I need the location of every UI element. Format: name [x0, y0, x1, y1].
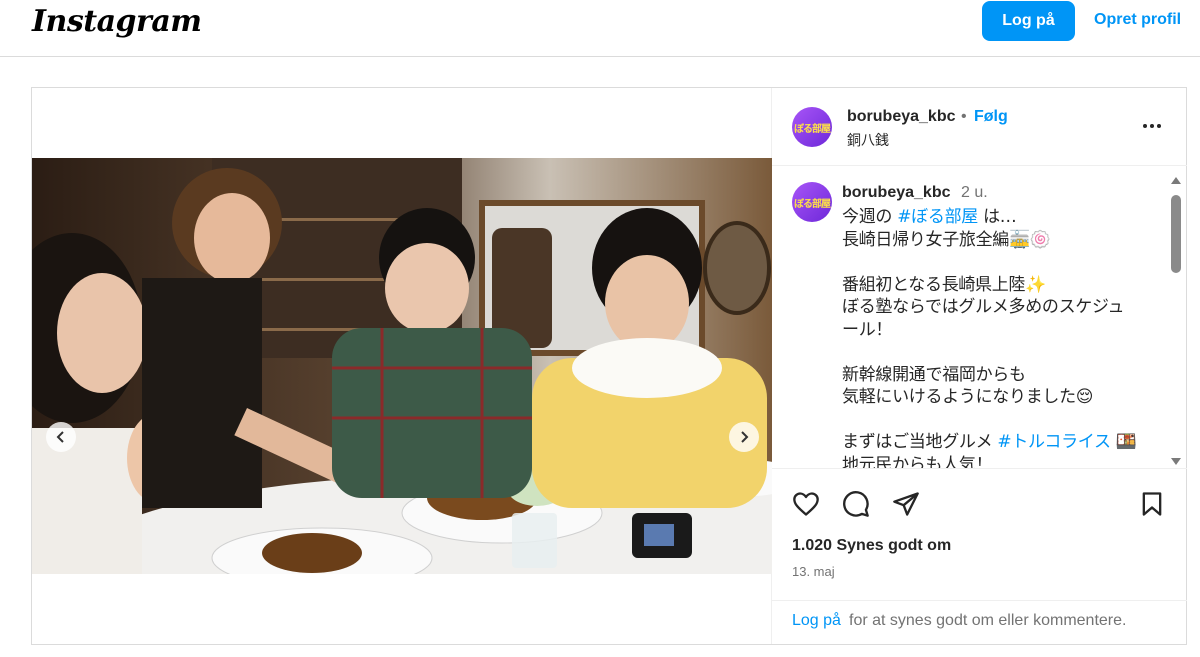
restaurant-scene-image	[32, 158, 772, 574]
chevron-left-icon	[56, 431, 64, 443]
caption-scrollbar[interactable]	[1170, 175, 1182, 467]
post-actions	[772, 480, 1187, 520]
caption-line-text: 🍱	[1110, 432, 1137, 452]
hashtag-link[interactable]: #トルコライス	[997, 432, 1111, 452]
caption-line-text: 長崎日帰り女子旅全編🚋🍥	[842, 229, 1051, 250]
caption-line: ール！	[842, 319, 1152, 342]
caption-avatar[interactable]: ぼる部屋	[792, 182, 832, 222]
caption-line: 新幹線開通で福岡からも	[842, 364, 1152, 387]
post-header: ぼる部屋 borubeya_kbc • Følg 銅八銭	[772, 88, 1187, 166]
likes-count[interactable]: 1.020 Synes godt om	[792, 537, 951, 555]
caption-line	[842, 251, 1152, 274]
post-card: ぼる部屋 borubeya_kbc • Følg 銅八銭 ぼる部屋 borube…	[31, 87, 1187, 645]
caption-line-text: 地元民からも人気！	[842, 454, 993, 469]
caption-timestamp[interactable]: 2 u.	[961, 184, 988, 202]
caption-line: 長崎日帰り女子旅全編🚋🍥	[842, 229, 1152, 252]
next-image-button[interactable]	[729, 422, 759, 452]
top-navigation-bar: Instagram Log på Opret profil	[0, 0, 1200, 57]
avatar-text: ぼる部屋	[794, 198, 831, 210]
divider	[772, 600, 1187, 601]
post-side-panel: ぼる部屋 borubeya_kbc • Følg 銅八銭 ぼる部屋 borube…	[772, 88, 1187, 644]
footer-prompt-text: for at synes godt om eller kommentere.	[849, 612, 1127, 629]
instagram-logo[interactable]: Instagram	[32, 4, 202, 39]
login-button[interactable]: Log på	[982, 1, 1075, 41]
previous-image-button[interactable]	[46, 422, 76, 452]
hashtag-link[interactable]: #ぼる部屋	[897, 207, 978, 227]
scrollbar-thumb[interactable]	[1171, 195, 1181, 273]
avatar[interactable]: ぼる部屋	[792, 107, 832, 147]
caption-line-text: 今週の	[842, 207, 898, 227]
caption-line: 気軽にいけるようになりました😌	[842, 386, 1152, 409]
avatar-text: ぼる部屋	[794, 123, 831, 135]
caption-line	[842, 341, 1152, 364]
caption-line-text: 新幹線開通で福岡からも	[842, 364, 1026, 385]
caption-line-text: 番組初となる長崎県上陸✨	[842, 274, 1047, 295]
caption-line: まずはご当地グルメ #トルコライス 🍱	[842, 431, 1152, 454]
caption-line: 番組初となる長崎県上陸✨	[842, 274, 1152, 297]
scroll-down-arrow-icon[interactable]	[1171, 458, 1181, 465]
follow-button[interactable]: Følg	[974, 108, 1008, 126]
post-media-area	[32, 88, 772, 644]
scroll-up-arrow-icon[interactable]	[1171, 177, 1181, 184]
caption-line: ぼる塾ならではグルメ多めのスケジュ	[842, 296, 1152, 319]
caption-section[interactable]: ぼる部屋 borubeya_kbc 2 u. 今週の #ぼる部屋 は… 長崎日帰り…	[772, 167, 1187, 469]
post-location[interactable]: 銅八銭	[847, 130, 889, 150]
caption-line: 今週の #ぼる部屋 は…	[842, 206, 1152, 229]
post-username[interactable]: borubeya_kbc	[847, 108, 955, 126]
caption-username[interactable]: borubeya_kbc	[842, 184, 950, 202]
bookmark-icon[interactable]	[1138, 490, 1166, 518]
caption-line-text: は…	[977, 207, 1017, 227]
caption-line: 地元民からも人気！	[842, 454, 1152, 469]
signup-link[interactable]: Opret profil	[1094, 11, 1181, 29]
caption-line	[842, 409, 1152, 432]
post-photo[interactable]	[32, 158, 772, 574]
heart-icon[interactable]	[792, 490, 820, 518]
footer-login-link[interactable]: Log på	[792, 612, 841, 630]
chevron-right-icon	[741, 431, 749, 443]
caption-line-text: ぼる塾ならではグルメ多めのスケジュ	[842, 297, 1125, 317]
caption-line-text: 気軽にいけるようになりました😌	[842, 387, 1094, 407]
post-date[interactable]: 13. maj	[792, 564, 835, 579]
caption-line-text: ール！	[842, 319, 893, 340]
comment-icon[interactable]	[842, 490, 870, 518]
more-options-icon[interactable]	[1140, 114, 1164, 138]
separator-dot: •	[961, 108, 967, 125]
caption-line-text: まずはご当地グルメ	[842, 432, 998, 452]
share-icon[interactable]	[892, 490, 920, 518]
caption-text: 今週の #ぼる部屋 は… 長崎日帰り女子旅全編🚋🍥 番組初となる長崎県上陸✨ ぼる塾な…	[842, 206, 1152, 469]
